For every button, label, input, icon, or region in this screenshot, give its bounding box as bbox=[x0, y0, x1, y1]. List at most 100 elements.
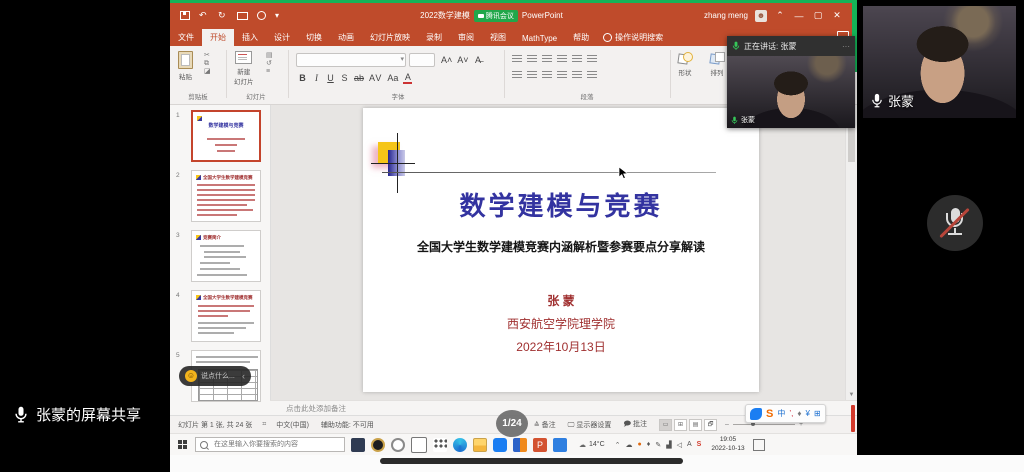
sogou-s-icon[interactable]: S bbox=[766, 408, 773, 420]
format-painter-icon[interactable]: ◪ bbox=[204, 68, 211, 76]
minimize-button[interactable]: — bbox=[793, 11, 805, 21]
ime-mic-icon[interactable]: ♦ bbox=[797, 409, 801, 418]
tab-help[interactable]: 帮助 bbox=[565, 29, 597, 46]
display-settings-button[interactable]: 🖵 显示器设置 bbox=[568, 420, 612, 430]
align-right-icon[interactable] bbox=[542, 71, 552, 79]
weather-temp[interactable]: 14°C bbox=[589, 441, 605, 448]
bullets-icon[interactable] bbox=[512, 55, 522, 63]
firefox-icon[interactable]: ● bbox=[638, 441, 642, 448]
clear-format-icon[interactable]: A̶ bbox=[474, 55, 483, 65]
strikethrough-button[interactable]: ab bbox=[354, 73, 364, 83]
columns-icon[interactable] bbox=[572, 71, 582, 79]
collapse-arrow-icon[interactable]: ‹ bbox=[242, 371, 245, 381]
bold-button[interactable]: B bbox=[298, 73, 307, 83]
wps-icon[interactable] bbox=[513, 438, 527, 452]
taskbar-clock[interactable]: 19:05 2022-10-13 bbox=[711, 436, 744, 452]
emoji-icon[interactable]: ☺ bbox=[185, 370, 197, 382]
task-view-icon[interactable] bbox=[411, 437, 427, 453]
ime-chinese-mode[interactable]: 中 bbox=[777, 408, 785, 419]
new-slide-button[interactable]: 新建 幻灯片 bbox=[234, 51, 254, 86]
arrange-button[interactable]: 排列 bbox=[710, 52, 724, 77]
avatar[interactable]: ☻ bbox=[755, 10, 767, 22]
slide-thumbnail-2[interactable]: 全国大学生数学建模竞赛 bbox=[191, 170, 261, 222]
tab-review[interactable]: 审阅 bbox=[450, 29, 482, 46]
onedrive-icon[interactable]: ☁ bbox=[626, 441, 633, 449]
quick-chat-bubble[interactable]: ☺ 说点什么... ‹ bbox=[179, 366, 251, 386]
mute-microphone-button[interactable] bbox=[927, 195, 983, 251]
notes-toggle[interactable]: ≙ 备注 bbox=[534, 420, 556, 430]
powerpoint-icon[interactable]: P bbox=[533, 438, 547, 452]
justify-icon[interactable] bbox=[557, 71, 567, 79]
reset-icon[interactable]: ↺ bbox=[266, 60, 273, 68]
slideshow-view-icon[interactable]: 🗗 bbox=[704, 419, 717, 431]
ime-mode-icon[interactable]: A bbox=[687, 441, 692, 448]
pen-icon[interactable]: ✎ bbox=[655, 441, 661, 449]
participant-video[interactable]: 张蒙 bbox=[863, 6, 1016, 118]
headset-app-icon[interactable] bbox=[371, 438, 385, 452]
cortana-icon[interactable] bbox=[391, 438, 405, 452]
account-name[interactable]: zhang meng bbox=[704, 11, 748, 20]
align-left-icon[interactable] bbox=[512, 71, 522, 79]
search-input[interactable] bbox=[212, 440, 336, 449]
ime-currency[interactable]: ¥ bbox=[805, 409, 809, 418]
overlay-more-icon[interactable]: ··· bbox=[842, 42, 850, 51]
accessibility-status[interactable]: 辅助功能: 不可用 bbox=[321, 420, 374, 430]
tab-record[interactable]: 录制 bbox=[418, 29, 450, 46]
copy-icon[interactable]: ⧉ bbox=[204, 60, 211, 68]
tray-mic-icon[interactable]: ♦ bbox=[647, 441, 651, 448]
grow-font-icon[interactable]: A˄ bbox=[441, 55, 452, 65]
spellcheck-icon[interactable]: ⌗ bbox=[262, 421, 266, 429]
language-status[interactable]: 中文(中国) bbox=[276, 420, 309, 430]
file-explorer-icon[interactable] bbox=[473, 438, 487, 452]
change-case-button[interactable]: Aa bbox=[387, 73, 398, 83]
text-direction-icon[interactable] bbox=[587, 55, 597, 63]
photos-icon[interactable] bbox=[553, 438, 567, 452]
tab-home[interactable]: 开始 bbox=[202, 29, 234, 46]
action-center-icon[interactable] bbox=[753, 439, 765, 451]
volume-icon[interactable]: ◁ bbox=[677, 441, 682, 449]
ime-cursor-icon[interactable] bbox=[750, 408, 762, 420]
start-button[interactable] bbox=[178, 440, 187, 449]
camera-app-icon[interactable] bbox=[351, 438, 365, 452]
indent-decrease-icon[interactable] bbox=[542, 55, 552, 63]
zoom-out-icon[interactable]: – bbox=[725, 421, 729, 428]
font-color-button[interactable]: A bbox=[403, 72, 412, 84]
slide-sorter-icon[interactable]: ⊞ bbox=[674, 419, 687, 431]
underline-button[interactable]: U bbox=[326, 73, 335, 83]
numbering-icon[interactable] bbox=[527, 55, 537, 63]
smartart-icon[interactable] bbox=[587, 71, 597, 79]
scroll-down-icon[interactable]: ▼ bbox=[846, 392, 857, 398]
collapsed-toolbar-pill[interactable] bbox=[380, 458, 683, 464]
speaker-video-overlay[interactable]: 正在讲话: 张蒙 ··· 张蒙 bbox=[727, 36, 855, 128]
record-icon[interactable] bbox=[257, 11, 266, 20]
sogou-ime-bar[interactable]: S 中 ’, ♦ ¥ ⊞ bbox=[745, 404, 826, 423]
section-icon[interactable]: ≡ bbox=[266, 68, 273, 76]
ime-toolbox-icon[interactable]: ⊞ bbox=[814, 409, 821, 418]
apps-grid-icon[interactable] bbox=[433, 438, 447, 452]
sogou-tray-icon[interactable]: S bbox=[697, 441, 702, 448]
maximize-button[interactable]: ▢ bbox=[812, 10, 824, 21]
tab-transitions[interactable]: 切换 bbox=[298, 29, 330, 46]
char-spacing-button[interactable]: AV bbox=[369, 73, 382, 83]
normal-view-icon[interactable]: ▭ bbox=[659, 419, 672, 431]
slide-thumbnail-4[interactable]: 全国大学生数学建模竞赛 bbox=[191, 290, 261, 342]
reading-view-icon[interactable]: ▤ bbox=[689, 419, 702, 431]
slideshow-icon[interactable] bbox=[237, 12, 248, 20]
tab-file[interactable]: 文件 bbox=[170, 29, 202, 46]
taskbar-search[interactable] bbox=[195, 437, 345, 452]
indent-increase-icon[interactable] bbox=[557, 55, 567, 63]
zoom-slider[interactable] bbox=[733, 424, 795, 425]
slide-canvas[interactable]: 数学建模与竞赛 全国大学生数学建模竞赛内涵解析暨参赛要点分享解读 张 蒙 西安航… bbox=[363, 108, 759, 392]
line-spacing-icon[interactable] bbox=[572, 55, 582, 63]
network-icon[interactable]: ▟ bbox=[666, 441, 671, 449]
comments-button[interactable]: 🗩 批注 bbox=[623, 419, 647, 431]
tencent-meeting-icon[interactable] bbox=[493, 438, 507, 452]
tab-insert[interactable]: 插入 bbox=[234, 29, 266, 46]
italic-button[interactable]: I bbox=[312, 73, 321, 83]
shapes-button[interactable]: 形状 bbox=[678, 52, 692, 77]
align-center-icon[interactable] bbox=[527, 71, 537, 79]
close-button[interactable]: ✕ bbox=[831, 10, 843, 21]
tray-chevron-up-icon[interactable]: ⌃ bbox=[615, 441, 621, 449]
shadow-button[interactable]: S bbox=[340, 73, 349, 83]
ribbon-display-options-icon[interactable]: ⌃ bbox=[774, 10, 786, 21]
